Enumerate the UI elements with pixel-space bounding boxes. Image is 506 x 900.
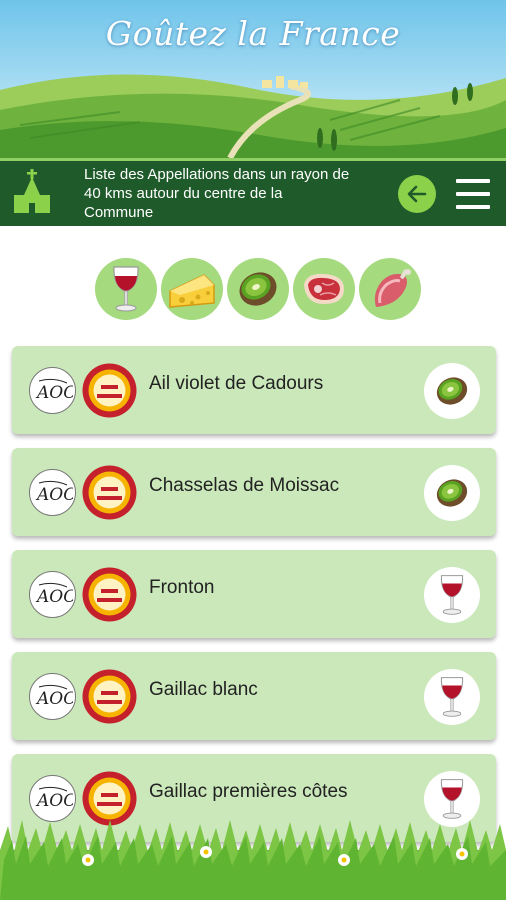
cheese-icon [169, 274, 215, 308]
filter-wine[interactable] [95, 258, 157, 320]
back-button[interactable] [398, 175, 436, 213]
arrow-left-icon [407, 185, 427, 203]
screen: Goûtez la France Liste des Appellations … [0, 0, 506, 900]
appellation-item[interactable]: AOC Ail violet de Cadours [12, 346, 496, 434]
svg-text:AOC: AOC [35, 383, 73, 403]
church-icon[interactable] [12, 169, 52, 215]
search-radius-description: Liste des Appellations dans un rayon de … [84, 166, 350, 221]
wine-glass-icon [440, 677, 464, 717]
aoc-logo-icon: AOC [29, 469, 76, 516]
appellation-name: Gaillac premières côtes [149, 781, 348, 802]
kiwi-icon [436, 377, 468, 405]
category-badge [424, 771, 480, 827]
aop-seal-icon [82, 465, 137, 520]
aoc-logo-icon: AOC [29, 367, 76, 414]
kiwi-icon [239, 272, 277, 306]
appellation-name: Gaillac blanc [149, 679, 258, 700]
appellation-name: Fronton [149, 577, 215, 598]
aoc-logo-icon: AOC [29, 571, 76, 618]
svg-text:AOC: AOC [35, 587, 73, 607]
wine-glass-icon [440, 575, 464, 615]
menu-bar [456, 179, 490, 183]
appellation-item[interactable]: AOC Fronton [12, 550, 496, 638]
category-badge [424, 465, 480, 521]
category-badge [424, 363, 480, 419]
wine-glass-icon [440, 779, 464, 819]
svg-text:AOC: AOC [35, 791, 73, 811]
category-badge [424, 669, 480, 725]
hamburger-menu-icon[interactable] [454, 175, 492, 213]
appellation-name: Chasselas de Moissac [149, 475, 340, 496]
filter-cheese[interactable] [161, 258, 223, 320]
appellation-item[interactable]: AOC Gaillac blanc [12, 652, 496, 740]
toolbar: Liste des Appellations dans un rayon de … [0, 158, 506, 226]
header-banner: Goûtez la France [0, 0, 506, 158]
steak-icon [304, 273, 344, 304]
aop-seal-icon [82, 363, 137, 418]
aop-seal-icon [82, 771, 137, 826]
filter-meat[interactable] [293, 258, 355, 320]
appellation-item[interactable]: AOC Chasselas de Moissac [12, 448, 496, 536]
aop-seal-icon [82, 567, 137, 622]
menu-bar [456, 192, 490, 196]
aoc-logo-icon: AOC [29, 673, 76, 720]
category-badge [424, 567, 480, 623]
wine-glass-icon [113, 266, 139, 312]
aop-seal-icon [82, 669, 137, 724]
grass-footer-illustration [0, 820, 506, 900]
kiwi-icon [436, 479, 468, 507]
svg-text:AOC: AOC [35, 689, 73, 709]
appellation-name: Ail violet de Cadours [149, 373, 324, 394]
filter-charcuterie[interactable] [359, 258, 421, 320]
svg-text:AOC: AOC [35, 485, 73, 505]
ham-icon [374, 269, 411, 307]
aoc-logo-icon: AOC [29, 775, 76, 822]
filter-fruit[interactable] [227, 258, 289, 320]
menu-bar [456, 205, 490, 209]
app-title: Goûtez la France [105, 14, 401, 53]
category-filters [95, 258, 421, 320]
